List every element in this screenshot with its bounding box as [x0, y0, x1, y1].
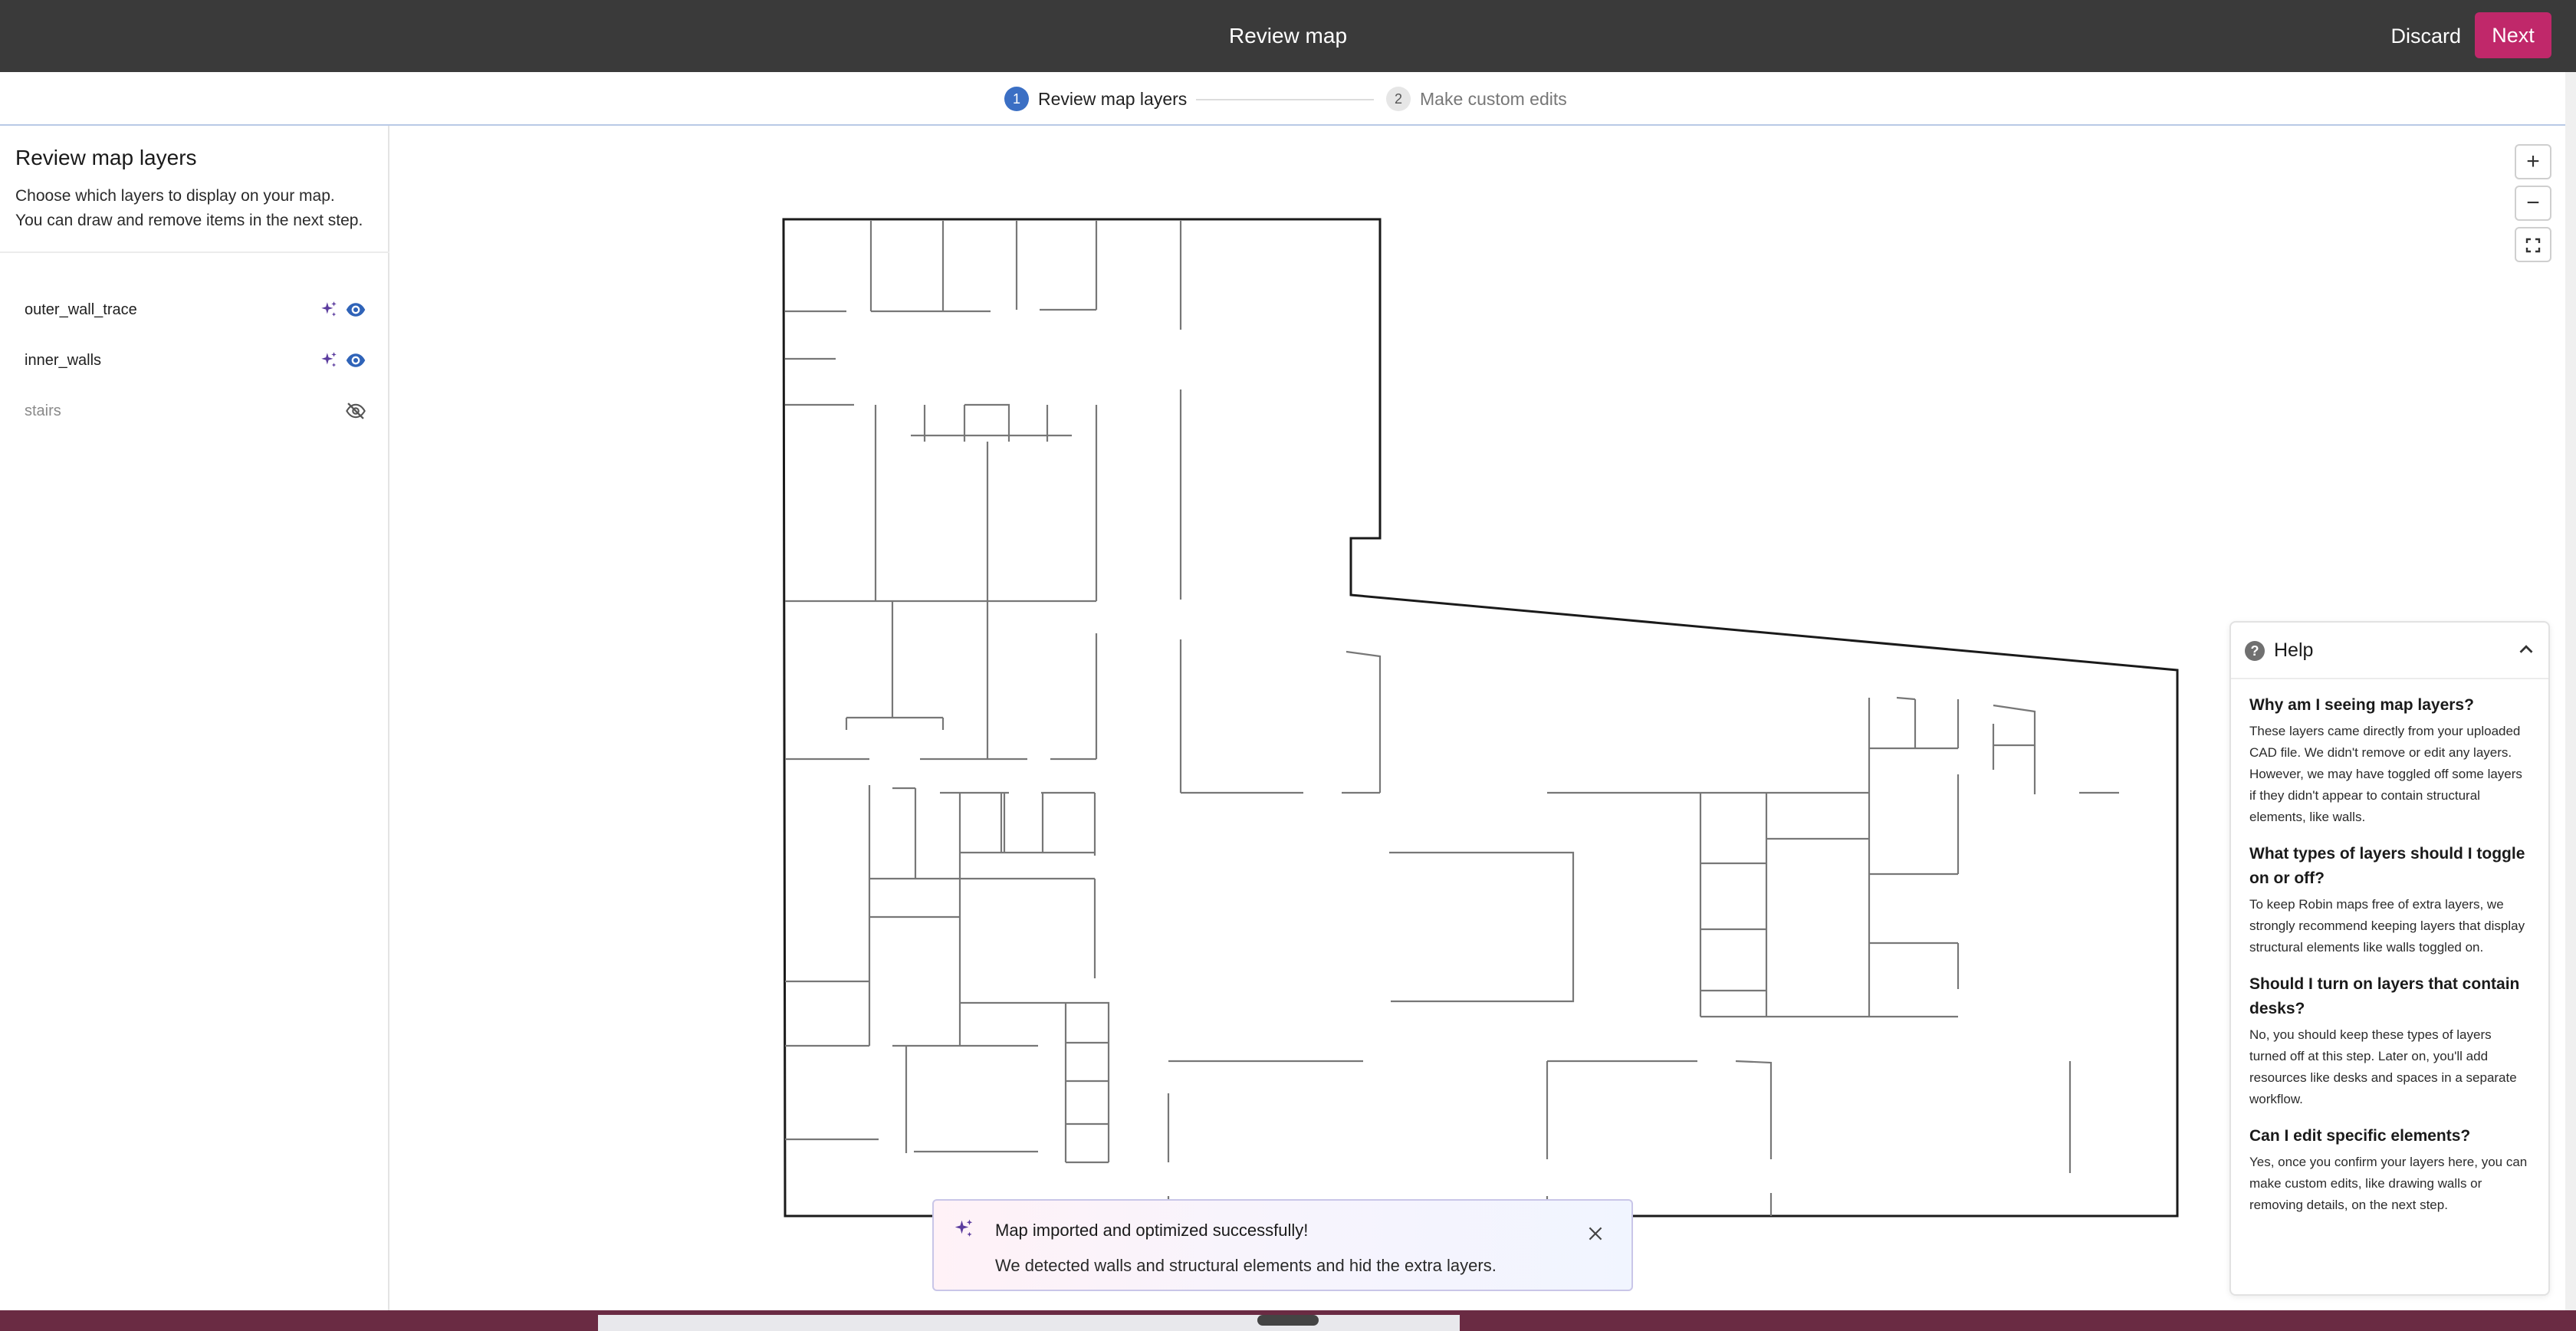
step-review-map-layers[interactable]: 1 Review map layers [1004, 85, 1187, 113]
success-toast: Map imported and optimized successfully!… [932, 1199, 1633, 1291]
help-answer: These layers came directly from your upl… [2249, 724, 2522, 824]
close-icon[interactable] [1585, 1224, 1605, 1244]
layer-item-inner-walls[interactable]: inner_walls [25, 345, 366, 376]
fullscreen-button[interactable] [2515, 227, 2551, 262]
step-label: Review map layers [1038, 88, 1188, 109]
zoom-in-button[interactable]: + [2515, 144, 2551, 179]
inner-walls [785, 221, 2119, 1216]
sidebar-description: Choose which layers to display on your m… [15, 184, 383, 233]
stepper: 1 Review map layers 2 Make custom edits [0, 72, 2576, 126]
outer-wall [782, 218, 2179, 1218]
help-question: Why am I seeing map layers? [2249, 696, 2474, 714]
layer-name: outer_wall_trace [25, 301, 137, 318]
step-connector [1196, 99, 1374, 100]
help-answer: To keep Robin maps free of extra layers,… [2249, 897, 2525, 955]
scroll-handle[interactable] [1257, 1315, 1319, 1326]
discard-button[interactable]: Discard [2390, 20, 2461, 52]
next-button[interactable]: Next [2475, 12, 2551, 58]
toast-title: Map imported and optimized successfully! [995, 1221, 1309, 1240]
question-icon: ? [2245, 641, 2265, 661]
help-question: What types of layers should I toggle on … [2249, 845, 2525, 887]
bottom-strip [0, 1310, 2576, 1331]
help-question: Can I edit specific elements? [2249, 1127, 2471, 1145]
step-number: 1 [1004, 87, 1029, 111]
help-answer: Yes, once you confirm your layers here, … [2249, 1155, 2528, 1212]
eye-off-icon[interactable] [345, 400, 366, 422]
sparkle-icon [955, 1219, 973, 1237]
sparkle-icon [321, 301, 337, 317]
eye-icon[interactable] [345, 350, 366, 371]
eye-icon[interactable] [345, 299, 366, 320]
sparkle-icon [321, 352, 337, 367]
description-line: Choose which layers to display on your m… [15, 187, 335, 205]
help-answer: No, you should keep these types of layer… [2249, 1027, 2517, 1106]
layer-name: stairs [25, 402, 61, 419]
help-header[interactable]: ? Help [2231, 623, 2548, 679]
fullscreen-icon [2525, 238, 2541, 253]
step-label: Make custom edits [1420, 88, 1567, 109]
page-title: Review map [1228, 24, 1348, 48]
help-title: Help [2274, 639, 2314, 661]
help-question: Should I turn on layers that contain des… [2249, 975, 2520, 1017]
sidebar-title: Review map layers [15, 146, 197, 169]
help-body: Why am I seeing map layers? These layers… [2231, 679, 2548, 1216]
layer-item-stairs[interactable]: stairs [25, 396, 366, 426]
divider [0, 251, 389, 253]
vertical-scrollbar[interactable] [2565, 72, 2576, 1310]
layers-sidebar: Review map layers Choose which layers to… [0, 126, 389, 1310]
layer-item-outer-wall-trace[interactable]: outer_wall_trace [25, 294, 366, 325]
step-number: 2 [1386, 87, 1411, 111]
help-panel: ? Help Why am I seeing map layers? These… [2229, 621, 2550, 1296]
chevron-up-icon[interactable] [2515, 638, 2538, 661]
description-line: You can draw and remove items in the nex… [15, 212, 363, 229]
step-make-custom-edits[interactable]: 2 Make custom edits [1386, 85, 1567, 113]
top-bar: Review map Discard Next [0, 0, 2576, 72]
layer-name: inner_walls [25, 351, 102, 369]
horizontal-scrollbar-track[interactable] [598, 1315, 1460, 1331]
zoom-out-button[interactable]: − [2515, 186, 2551, 221]
toast-message: We detected walls and structural element… [995, 1256, 1497, 1275]
